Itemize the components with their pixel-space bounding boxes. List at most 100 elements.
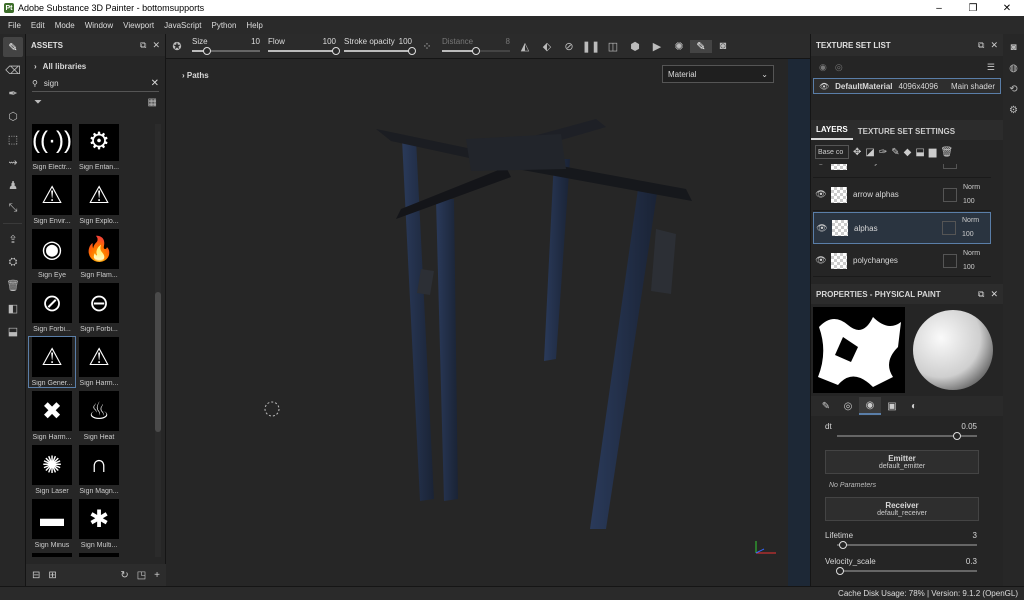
lazy-mouse-icon[interactable]: ⁘ — [416, 40, 438, 53]
menu-python[interactable]: Python — [207, 21, 242, 30]
add-bucket-icon[interactable]: ◆ — [904, 147, 912, 158]
menu-viewport[interactable]: Viewport — [118, 21, 159, 30]
hide-icon[interactable]: ⊘ — [558, 40, 580, 53]
asset-thumbnail[interactable]: ♨ Sign Heat — [76, 391, 122, 441]
material-tab-icon[interactable]: ◎ — [837, 397, 859, 415]
camera-settings-icon[interactable]: ◙ — [1006, 40, 1021, 55]
settings-icon[interactable]: ⚙ — [1006, 103, 1021, 118]
alpha-preview[interactable] — [813, 307, 905, 393]
all-libraries-row[interactable]: › All libraries — [26, 56, 165, 76]
layer-mask-slot[interactable] — [943, 164, 957, 169]
eye-icon[interactable]: 👁 — [813, 189, 829, 200]
symmetry-settings-icon[interactable]: ⬖ — [536, 40, 558, 53]
library-icon[interactable]: ⊞ — [48, 570, 56, 581]
asset-thumbnail[interactable]: ⚠ Sign Gener... — [28, 336, 76, 388]
asset-thumbnail[interactable]: ⚠ Sign Explo... — [76, 175, 122, 225]
eye-icon[interactable]: 👁 — [814, 223, 830, 234]
size-value[interactable]: 10 — [251, 37, 260, 46]
minimize-button[interactable]: – — [922, 3, 956, 14]
layer-blend-opacity[interactable]: Norm 100 — [963, 247, 991, 275]
layer-mask-slot[interactable] — [943, 253, 957, 268]
add-smart-icon[interactable]: ⬓ — [915, 147, 924, 158]
tab-texture-set-settings[interactable]: TEXTURE SET SETTINGS — [853, 123, 960, 140]
float-icon[interactable]: ⧉ — [978, 40, 984, 51]
size-slider[interactable]: Size 10 — [188, 35, 264, 57]
environment-icon[interactable]: ◍ — [1006, 61, 1021, 76]
split-view-icon[interactable]: ◫ — [602, 40, 624, 53]
float-icon[interactable]: ⧉ — [140, 40, 146, 51]
layer-blend-mode[interactable]: Norm — [963, 247, 991, 261]
emitter-button[interactable]: Emitter default_emitter — [825, 450, 979, 474]
add-mask-icon[interactable]: ◪ — [865, 147, 874, 158]
import-icon[interactable]: ⊟ — [32, 570, 40, 581]
close-icon[interactable]: ✕ — [152, 40, 160, 51]
selection-icon[interactable]: ⬚ — [3, 129, 23, 149]
menu-help[interactable]: Help — [241, 21, 267, 30]
projection-icon[interactable]: ✒ — [3, 83, 23, 103]
velocity-slider[interactable]: Velocity_scale 0.3 — [811, 555, 1003, 581]
export-icon[interactable]: ⇪ — [3, 229, 23, 249]
asset-thumbnail[interactable]: ✱ Sign Multi... — [76, 499, 122, 549]
clear-search-icon[interactable]: ✕ — [151, 78, 159, 89]
history-icon[interactable]: ⟲ — [1006, 82, 1021, 97]
light-icon[interactable]: ✺ — [668, 40, 690, 53]
dt-value[interactable]: 0.05 — [961, 422, 977, 431]
display-settings-icon[interactable]: ⬓ — [3, 321, 23, 341]
distance-slider[interactable]: Distance 8 — [438, 35, 514, 57]
menu-file[interactable]: File — [3, 21, 26, 30]
texture-set-shader[interactable]: Main shader — [951, 82, 995, 91]
asset-thumbnail[interactable]: ∩ Sign Magn... — [76, 445, 122, 495]
asset-thumbnail[interactable]: 🔥 Sign Flam... — [76, 229, 122, 279]
add-folder-icon[interactable]: ▆ — [929, 147, 937, 158]
layer-row[interactable]: 👁 polychanges Norm 100 — [813, 245, 991, 277]
stroke-opacity-knob[interactable] — [408, 47, 416, 55]
camera-icon[interactable]: ▶ — [646, 40, 668, 53]
symmetry-icon[interactable]: ◭ — [514, 40, 536, 53]
assets-scrollbar[interactable] — [155, 124, 161, 557]
material-ball-preview[interactable] — [911, 308, 995, 392]
smudge-icon[interactable]: ⇝ — [3, 152, 23, 172]
asset-thumbnail[interactable]: ⚙ Sign Entan... — [76, 124, 122, 171]
layer-mask-slot[interactable] — [942, 221, 956, 235]
close-icon[interactable]: ✕ — [990, 289, 998, 300]
layer-blend-mode[interactable]: Norm — [963, 181, 991, 195]
pause-icon[interactable]: ❚❚ — [580, 40, 602, 53]
close-button[interactable]: ✕ — [990, 3, 1024, 14]
asset-thumbnail[interactable]: ▬ Sign Minus — [29, 499, 75, 549]
asset-thumbnail[interactable]: ⊖ Sign Forbi... — [76, 283, 122, 333]
dt-knob[interactable] — [953, 432, 962, 440]
grid-view-icon[interactable]: ▦ — [148, 97, 157, 108]
object-icon[interactable]: ⬢ — [624, 40, 646, 53]
delete-layer-icon[interactable]: 🗑 — [940, 147, 953, 158]
layer-blend-mode[interactable]: Norm — [962, 214, 990, 228]
lifetime-knob[interactable] — [838, 541, 847, 549]
asset-thumbnail[interactable]: ◉ Sign Eye — [29, 229, 75, 279]
float-icon[interactable]: ⧉ — [978, 289, 984, 300]
paint-brush-icon[interactable]: ✎ — [3, 37, 23, 57]
visibility-icon[interactable]: ◉ — [819, 62, 827, 73]
layer-mask-slot[interactable] — [943, 187, 957, 202]
asset-thumbnail[interactable]: ⚠ — [76, 553, 122, 557]
3d-viewport[interactable]: › Paths Material ⌄ — [166, 59, 810, 586]
size-knob[interactable] — [202, 47, 211, 55]
geometry-mask-icon[interactable]: ⬡ — [3, 106, 23, 126]
trash-icon[interactable]: 🗑 — [3, 275, 23, 295]
bake-icon[interactable]: ⛭ — [3, 252, 23, 272]
menu-mode[interactable]: Mode — [50, 21, 80, 30]
filter-icon[interactable]: ⏷ — [34, 97, 42, 108]
velocity-knob[interactable] — [835, 567, 844, 575]
flow-value[interactable]: 100 — [323, 37, 336, 46]
alpha-tab-icon[interactable]: ◐ — [903, 397, 925, 415]
distance-value[interactable]: 8 — [506, 37, 510, 46]
brush-preset-icon[interactable]: ✪ — [166, 40, 188, 53]
menu-edit[interactable]: Edit — [26, 21, 50, 30]
refresh-icon[interactable]: ↻ — [120, 570, 128, 581]
distance-knob[interactable] — [472, 47, 480, 55]
receiver-button[interactable]: Receiver default_receiver — [825, 497, 979, 521]
layer-opacity[interactable]: 100 — [962, 228, 990, 242]
eye-icon[interactable]: 👁 — [813, 164, 829, 167]
lifetime-slider[interactable]: Lifetime 3 — [811, 529, 1003, 555]
asset-thumbnail[interactable]: ⚠ Sign Envir... — [29, 175, 75, 225]
asset-thumbnail[interactable]: ⚠ Sign Harm... — [76, 337, 122, 387]
particle-tab-icon[interactable]: ◉ — [859, 397, 881, 415]
